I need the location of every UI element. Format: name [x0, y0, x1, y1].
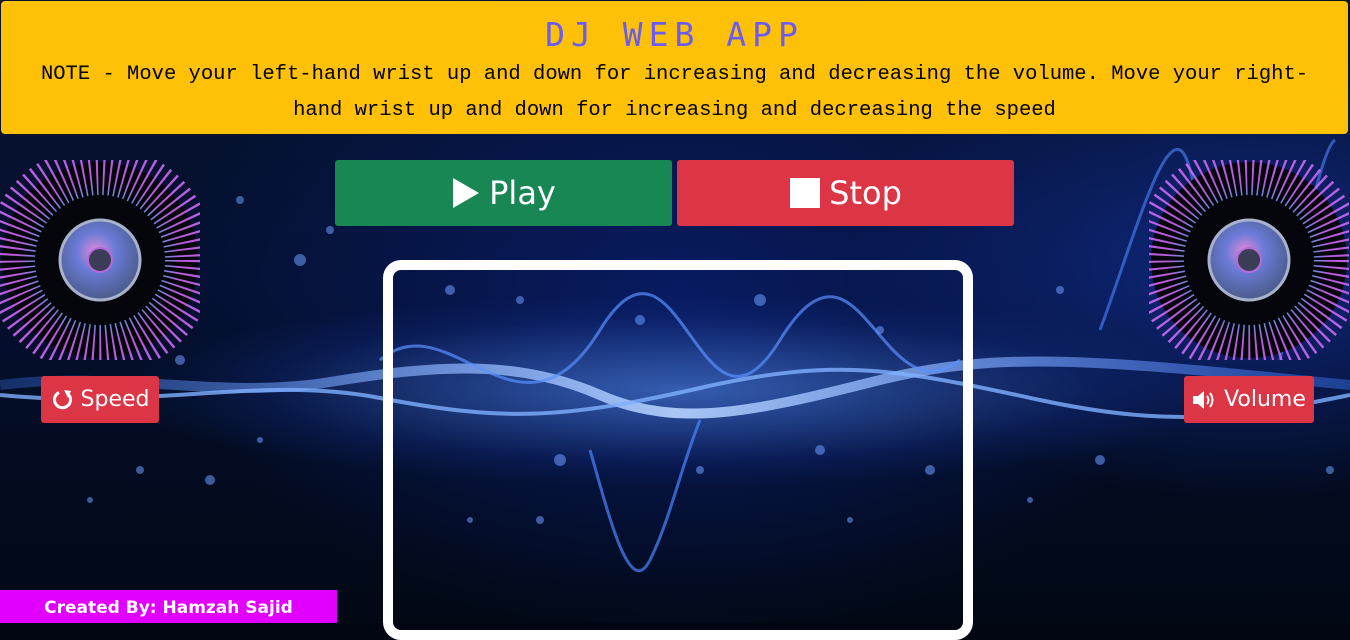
rotate-icon: [51, 389, 73, 411]
speed-button[interactable]: Speed: [41, 376, 159, 423]
speaker-disc-right: [1134, 145, 1350, 375]
speed-label: Speed: [80, 387, 150, 412]
stop-label: Stop: [829, 174, 902, 212]
speaker-disc-left: [0, 145, 215, 375]
volume-icon: [1192, 389, 1216, 411]
stop-button[interactable]: Stop: [677, 160, 1014, 226]
stop-icon: [789, 177, 821, 209]
app-title: DJ WEB APP: [545, 15, 804, 54]
volume-button[interactable]: Volume: [1184, 376, 1314, 423]
credit-footer: Created By: Hamzah Sajid: [0, 590, 337, 623]
instructions-note: NOTE - Move your left-hand wrist up and …: [40, 63, 1309, 122]
play-button[interactable]: Play: [335, 160, 672, 226]
volume-label: Volume: [1224, 387, 1306, 412]
play-icon: [451, 177, 481, 209]
play-label: Play: [489, 174, 556, 212]
header-banner: DJ WEB APP NOTE - Move your left-hand wr…: [1, 1, 1348, 134]
webcam-video-frame: [383, 260, 973, 640]
